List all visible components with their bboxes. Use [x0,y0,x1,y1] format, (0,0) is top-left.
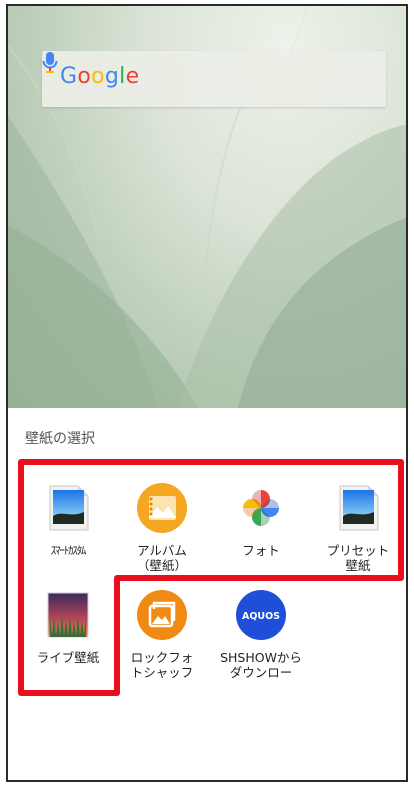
google-logo-letter: g [104,64,120,89]
app-label: SHSHOWから ダウンロー [220,650,302,680]
microphone-icon[interactable] [42,51,58,75]
lock-photo-shuffle-icon [137,590,187,640]
app-photos[interactable]: フォト [217,482,305,558]
image-file-icon [339,485,379,531]
live-wallpaper-icon [47,592,89,638]
aquos-icon-text: AQUOS [242,611,280,622]
app-live-wallpaper[interactable]: ライブ壁紙 [24,589,112,665]
app-label: ロックフォ トシャッフ [130,650,194,680]
google-logo-letter: e [125,64,140,89]
app-label: アルバム （壁紙） [136,543,187,573]
app-smart-custom[interactable]: ｽﾏｰﾄｶｽﾀﾑ [24,482,112,558]
app-label: フォト [242,543,280,558]
phone-screen: Google 壁紙の選択 ｽﾏｰﾄｶｽﾀﾑ アルバム （壁紙） フォト プリセッ… [6,4,408,782]
google-search-bar[interactable]: Google [42,51,386,107]
sheet-title: 壁紙の選択 [25,431,95,447]
album-icon [137,483,187,533]
app-shshow-download[interactable]: AQUOS SHSHOWから ダウンロー [217,589,305,680]
google-logo: Google [60,64,139,89]
google-logo-letter: G [60,64,78,89]
image-file-icon [49,485,89,531]
app-lock-photo-shuffle[interactable]: ロックフォ トシャッフ [118,589,206,680]
app-label: プリセット 壁紙 [326,543,390,573]
google-logo-letter: o [77,64,92,89]
app-label: ｽﾏｰﾄｶｽﾀﾑ [50,544,87,557]
app-label: ライブ壁紙 [36,650,100,665]
wallpaper-chooser-sheet: 壁紙の選択 ｽﾏｰﾄｶｽﾀﾑ アルバム （壁紙） フォト プリセット 壁紙 ライ… [8,408,406,780]
google-logo-letter: o [91,64,105,89]
app-album[interactable]: アルバム （壁紙） [118,482,206,573]
home-wallpaper: Google [8,6,406,408]
google-photos-pinwheel-icon [236,483,286,533]
app-preset-wallpaper[interactable]: プリセット 壁紙 [314,482,402,573]
aquos-icon: AQUOS [236,590,286,640]
